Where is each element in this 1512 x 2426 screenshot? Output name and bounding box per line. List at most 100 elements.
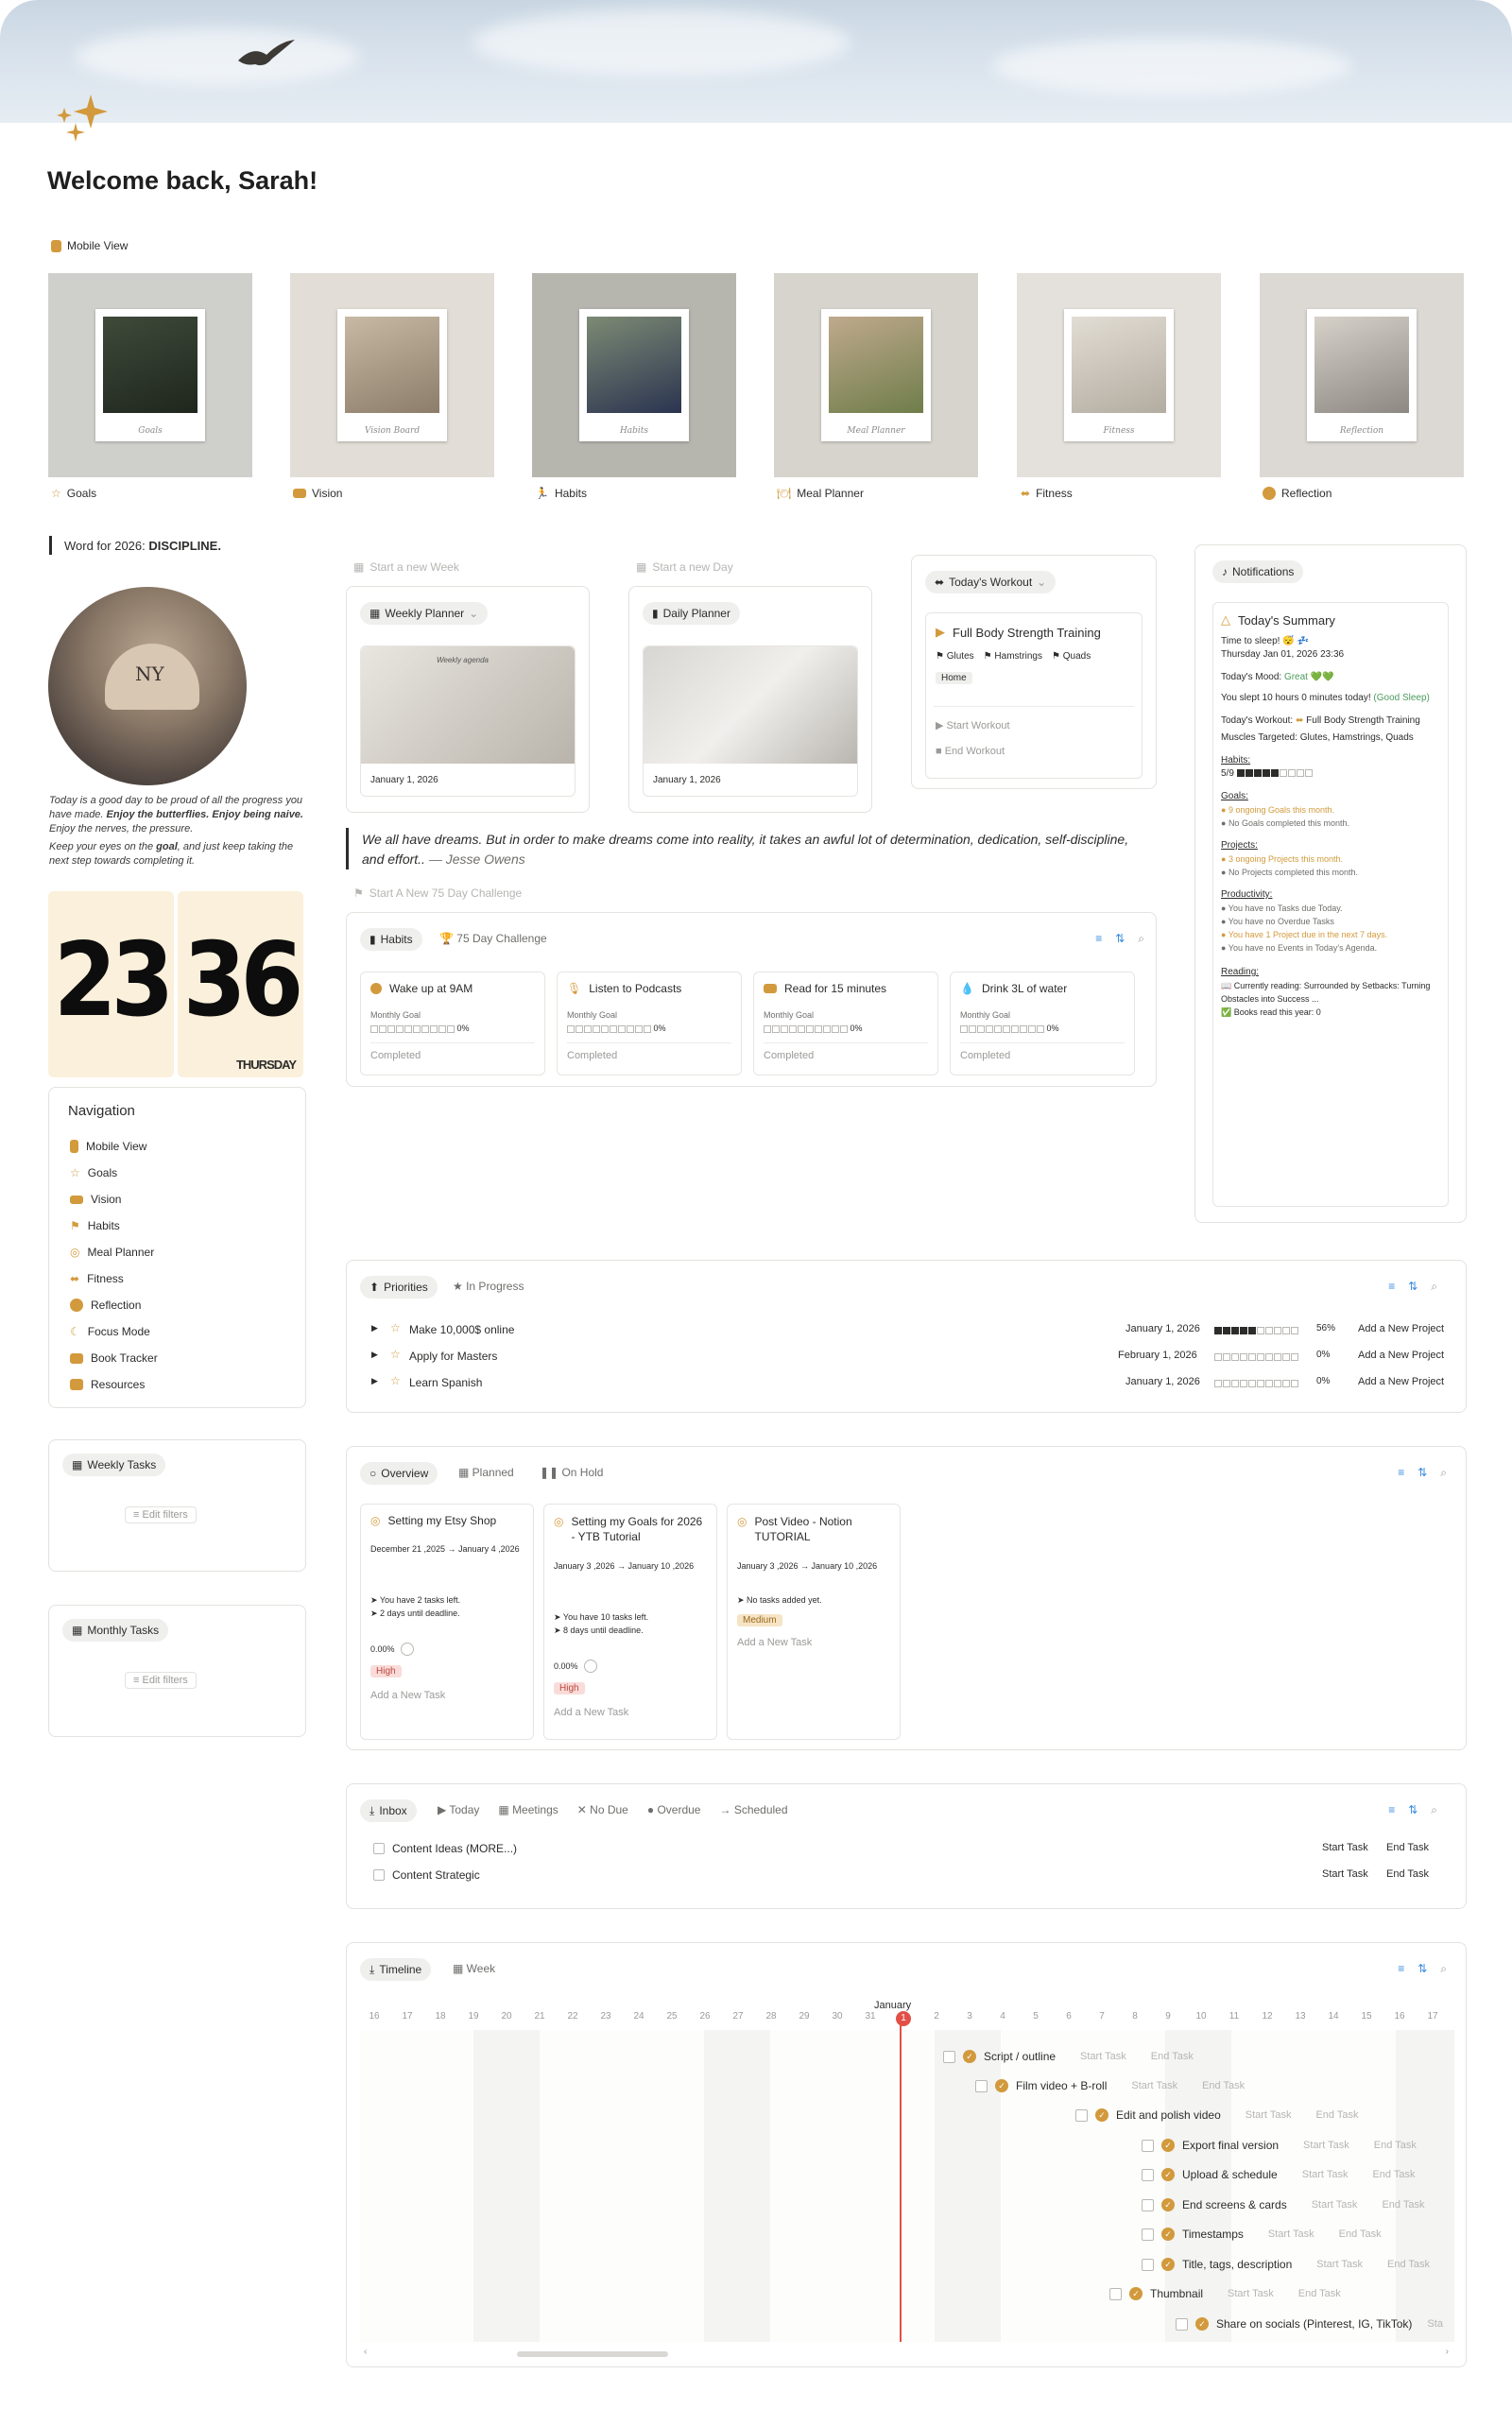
habit-completed-button[interactable]: Completed xyxy=(567,1050,617,1061)
filter-icon[interactable]: ≡ xyxy=(1388,1280,1395,1294)
task-checkbox[interactable] xyxy=(373,1869,385,1881)
task-checkbox[interactable] xyxy=(1142,2228,1154,2241)
timeline-task[interactable]: ✓ End screens & cards Start Task End Task xyxy=(1142,2193,1425,2217)
priority-row[interactable]: ▶ ☆ Apply for Masters February 1, 2026 0… xyxy=(371,1346,1449,1368)
nav-item-mobile-view[interactable]: Mobile View xyxy=(70,1133,287,1160)
notifications-tab[interactable]: ♪ Notifications xyxy=(1212,560,1304,583)
search-icon[interactable]: ⌕ xyxy=(1440,1962,1447,1976)
scroll-right-icon[interactable]: › xyxy=(1446,2347,1449,2357)
tab-75-day-challenge[interactable]: 🏆 75 Day Challenge xyxy=(439,932,547,945)
timeline-task[interactable]: ✓ Film video + B-roll Start Task End Task xyxy=(975,2073,1245,2098)
add-project-button[interactable]: Add a New Project xyxy=(1358,1323,1444,1334)
tab-meetings[interactable]: ▦ Meetings xyxy=(498,1803,558,1816)
task-checkbox[interactable] xyxy=(1075,2108,1088,2122)
tab-on-hold[interactable]: ❚❚ On Hold xyxy=(540,1466,603,1479)
nav-item-resources[interactable]: Resources xyxy=(70,1371,287,1398)
end-task-button[interactable]: End Task xyxy=(1387,2259,1430,2270)
gallery-link-meal-planner[interactable]: 🍽 Meal Planner xyxy=(777,487,864,500)
start-task-button[interactable]: Start Task xyxy=(1246,2109,1292,2121)
tab-overview[interactable]: ○ Overview xyxy=(360,1462,438,1485)
end-task-button[interactable]: End Task xyxy=(1386,1842,1429,1853)
start-task-button[interactable]: Start Task xyxy=(1312,2199,1358,2211)
sort-icon[interactable]: ⇅ xyxy=(1408,1280,1418,1294)
filter-icon[interactable]: ≡ xyxy=(1095,932,1102,946)
monthly-tasks-tab[interactable]: ▦ Monthly Tasks xyxy=(62,1619,169,1642)
nav-item-reflection[interactable]: Reflection xyxy=(70,1292,287,1318)
tab-today[interactable]: ▶ Today xyxy=(438,1803,479,1816)
habit-card[interactable]: 💧 Drink 3L of water Monthly Goal 0% Compl… xyxy=(950,972,1135,1075)
task-checkbox[interactable] xyxy=(1176,2317,1188,2331)
daily-planner-card[interactable]: January 1, 2026 xyxy=(643,645,858,797)
start-week-button[interactable]: ▦ Start a new Week xyxy=(353,560,459,574)
start-task-button[interactable]: Start Task xyxy=(1080,2051,1126,2062)
start-task-button[interactable]: Start Task xyxy=(1302,2169,1349,2180)
gallery-card-fitness[interactable]: Fitness xyxy=(1017,273,1221,477)
add-project-button[interactable]: Add a New Project xyxy=(1358,1376,1444,1387)
project-card[interactable]: ◎ Setting my Etsy Shop December 21 ,2025 … xyxy=(360,1504,534,1740)
timeline-task[interactable]: ✓ Thumbnail Start Task End Task xyxy=(1109,2281,1341,2306)
mobile-view-link[interactable]: Mobile View xyxy=(51,239,128,252)
tab-week[interactable]: ▦ Week xyxy=(453,1962,495,1975)
tab-habits[interactable]: ▮ Habits xyxy=(360,928,422,951)
end-task-button[interactable]: End Task xyxy=(1298,2288,1341,2299)
task-row[interactable]: Content Strategic Start Task End Task xyxy=(373,1866,1441,1886)
gallery-card-vision[interactable]: Vision Board xyxy=(290,273,494,477)
workout-tab[interactable]: ⬌ Today's Workout ⌄ xyxy=(925,571,1057,594)
nav-item-book-tracker[interactable]: Book Tracker xyxy=(70,1345,287,1371)
gallery-link-fitness[interactable]: ⬌ Fitness xyxy=(1021,487,1073,500)
task-checkbox[interactable] xyxy=(373,1843,385,1854)
nav-item-meal-planner[interactable]: ◎ Meal Planner xyxy=(70,1239,287,1265)
timeline-scrollbar[interactable] xyxy=(517,2351,668,2357)
task-checkbox[interactable] xyxy=(1142,2258,1154,2271)
habit-completed-button[interactable]: Completed xyxy=(764,1050,814,1061)
gallery-link-reflection[interactable]: Reflection xyxy=(1263,487,1332,500)
tab-inbox[interactable]: ⤓ Inbox xyxy=(360,1799,417,1822)
start-task-button[interactable]: Start Task xyxy=(1303,2140,1349,2151)
tab-in-progress[interactable]: ★ In Progress xyxy=(453,1280,524,1293)
nav-item-vision[interactable]: Vision xyxy=(70,1186,287,1213)
tab-scheduled[interactable]: → Scheduled xyxy=(719,1803,787,1816)
nav-item-goals[interactable]: ☆ Goals xyxy=(70,1160,287,1186)
timeline-task[interactable]: ✓ Script / outline Start Task End Task xyxy=(943,2044,1194,2069)
end-task-button[interactable]: End Task xyxy=(1386,1868,1429,1880)
start-task-button[interactable]: Start Task xyxy=(1316,2259,1363,2270)
end-task-button[interactable]: End Task xyxy=(1202,2080,1245,2091)
timeline-task[interactable]: ✓ Share on socials (Pinterest, IG, TikTok… xyxy=(1176,2312,1452,2336)
start-workout-button[interactable]: ▶ Start Workout xyxy=(936,719,1010,731)
timeline-task[interactable]: ✓ Timestamps Start Task End Task xyxy=(1142,2222,1382,2246)
gallery-card-habits[interactable]: Habits xyxy=(532,273,736,477)
tab-no-due[interactable]: ✕ No Due xyxy=(577,1803,628,1816)
nav-item-habits[interactable]: ⚑ Habits xyxy=(70,1213,287,1239)
start-task-button[interactable]: Start Task xyxy=(1228,2288,1274,2299)
gallery-link-goals[interactable]: ☆ Goals xyxy=(51,487,96,500)
timeline-task[interactable]: ✓ Upload & schedule Start Task End Task xyxy=(1142,2162,1416,2187)
sort-icon[interactable]: ⇅ xyxy=(1115,932,1125,946)
workout-card[interactable]: ▶ Full Body Strength Training ⚑ Glutes ⚑ … xyxy=(925,612,1143,779)
end-task-button[interactable]: End Task xyxy=(1151,2051,1194,2062)
add-task-button[interactable]: Add a New Task xyxy=(737,1637,812,1648)
task-checkbox[interactable] xyxy=(1142,2139,1154,2152)
start-challenge-button[interactable]: ⚑ Start A New 75 Day Challenge xyxy=(353,886,522,900)
priority-row[interactable]: ▶ ☆ Make 10,000$ online January 1, 2026 … xyxy=(371,1319,1449,1342)
search-icon[interactable]: ⌕ xyxy=(1431,1280,1437,1294)
add-project-button[interactable]: Add a New Project xyxy=(1358,1350,1444,1361)
start-day-button[interactable]: ▦ Start a new Day xyxy=(636,560,733,574)
task-checkbox[interactable] xyxy=(1109,2287,1122,2300)
start-task-button[interactable]: Start Task xyxy=(1322,1842,1368,1853)
daily-planner-tab[interactable]: ▮ Daily Planner xyxy=(643,602,740,625)
task-checkbox[interactable] xyxy=(975,2079,988,2092)
gallery-card-reflection[interactable]: Reflection xyxy=(1260,273,1464,477)
task-checkbox[interactable] xyxy=(943,2050,955,2063)
weekly-planner-tab[interactable]: ▦ Weekly Planner ⌄ xyxy=(360,602,489,625)
weekly-tasks-tab[interactable]: ▦ Weekly Tasks xyxy=(62,1454,166,1476)
habit-card[interactable]: Wake up at 9AM Monthly Goal 0% Completed xyxy=(360,972,545,1075)
habit-completed-button[interactable]: Completed xyxy=(960,1050,1010,1061)
start-task-button[interactable]: Start Task xyxy=(1131,2080,1177,2091)
toggle-icon[interactable]: ▶ xyxy=(371,1350,378,1360)
add-task-button[interactable]: Add a New Task xyxy=(554,1707,628,1718)
sort-icon[interactable]: ⇅ xyxy=(1418,1466,1427,1480)
start-task-button[interactable]: Start Task xyxy=(1322,1868,1368,1880)
timeline-task[interactable]: ✓ Edit and polish video Start Task End Task xyxy=(1075,2103,1359,2127)
tab-planned[interactable]: ▦ Planned xyxy=(458,1466,514,1479)
gallery-link-habits[interactable]: 🏃 Habits xyxy=(535,487,587,500)
